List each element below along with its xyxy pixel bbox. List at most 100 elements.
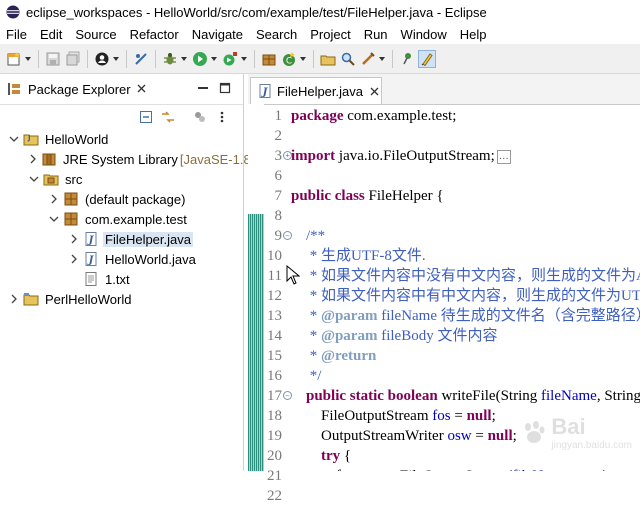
tree-item-label: PerlHelloWorld — [45, 291, 132, 307]
menu-file[interactable]: File — [0, 27, 34, 42]
paw-logo-icon — [525, 420, 545, 443]
watermark-text: Bai — [551, 414, 586, 439]
package-tree: J HelloWorld JRE System Library [JavaSE-1.… — [0, 129, 254, 309]
profile-icon[interactable] — [93, 50, 111, 68]
pin-icon[interactable] — [398, 50, 416, 68]
code-token: null — [466, 408, 492, 424]
chevron-right-icon[interactable] — [68, 233, 80, 245]
line-number: 18 — [267, 408, 282, 424]
tab-filehelper[interactable]: J FileHelper.java — [250, 77, 382, 104]
chevron-right-icon[interactable] — [68, 253, 80, 265]
line-number: 3 — [274, 148, 283, 164]
code-token: @param — [321, 328, 378, 344]
code-token: * 生成UTF-8文件. — [291, 248, 426, 264]
new-icon[interactable] — [5, 50, 23, 68]
search-icon[interactable] — [339, 50, 357, 68]
tree-item[interactable]: J HelloWorld.java — [0, 249, 243, 269]
code-token: writeFile(String — [437, 388, 542, 404]
menu-refactor[interactable]: Refactor — [124, 27, 186, 42]
menu-window[interactable]: Window — [395, 27, 454, 42]
line-number: 1 — [274, 108, 283, 124]
tree-item[interactable]: com.example.test — [0, 209, 243, 229]
editor-view: J FileHelper.java 1 2 3 +6 7 8 9−10 11 12 13 14 15 1… — [248, 74, 640, 504]
tree-item[interactable]: PerlHelloWorld — [0, 289, 243, 309]
focus-icon[interactable] — [192, 109, 208, 125]
tree-item[interactable]: JRE System Library [JavaSE-1.8] — [0, 149, 254, 169]
chevron-down-icon[interactable] — [112, 50, 120, 68]
line-number: 8 — [274, 208, 283, 224]
code-token: osw — [447, 428, 472, 444]
tree-item-label: (default package) — [85, 191, 186, 207]
chevron-down-icon[interactable] — [28, 173, 40, 185]
menu-help[interactable]: Help — [454, 27, 494, 42]
code-line: package com.example.test; — [291, 106, 456, 126]
close-icon[interactable] — [369, 86, 379, 96]
text-file-icon — [83, 271, 99, 287]
tree-item[interactable]: J HelloWorld — [0, 129, 243, 149]
overview-ruler — [248, 104, 264, 471]
menu-navigate[interactable]: Navigate — [186, 27, 250, 42]
menu-project[interactable]: Project — [304, 27, 357, 42]
chevron-down-icon[interactable] — [378, 50, 386, 68]
code-token: = — [450, 408, 467, 424]
tree-item-label: HelloWorld — [45, 131, 109, 147]
chevron-down-icon[interactable] — [240, 50, 248, 68]
save-all-icon[interactable] — [64, 50, 82, 68]
code-token: @return — [321, 348, 377, 364]
view-menu-icon[interactable] — [214, 109, 230, 125]
chevron-down-icon[interactable] — [210, 50, 218, 68]
debug-icon[interactable] — [161, 50, 179, 68]
code-token: * — [291, 348, 321, 364]
tree-item-label: 1.txt — [105, 271, 130, 287]
code-line: /** — [291, 226, 325, 246]
chevron-down-icon[interactable] — [48, 213, 60, 225]
tree-item[interactable]: J FileHelper.java — [0, 229, 243, 249]
toggle-breakpoint-icon[interactable] — [132, 50, 150, 68]
collapse-all-icon[interactable] — [138, 109, 154, 125]
link-with-editor-icon[interactable] — [160, 109, 176, 125]
minimize-icon[interactable] — [196, 81, 210, 95]
chevron-right-icon[interactable] — [8, 293, 20, 305]
maximize-icon[interactable] — [218, 81, 232, 95]
tree-item[interactable]: src — [0, 169, 243, 189]
tree-item[interactable]: (default package) — [0, 189, 243, 209]
line-number: 2 — [274, 128, 283, 144]
line-number: 17 — [267, 388, 282, 404]
tree-item[interactable]: 1.txt — [0, 269, 243, 289]
line-number: 21 — [267, 468, 282, 484]
chevron-down-icon[interactable] — [299, 50, 307, 68]
save-icon[interactable] — [44, 50, 62, 68]
chevron-down-icon[interactable] — [8, 133, 20, 145]
chevron-down-icon[interactable] — [24, 50, 32, 68]
menu-run[interactable]: Run — [358, 27, 395, 42]
menu-edit[interactable]: Edit — [34, 27, 69, 42]
chevron-right-icon[interactable] — [28, 153, 38, 165]
line-number: 14 — [267, 328, 282, 344]
close-icon[interactable] — [134, 81, 148, 95]
svg-text:J: J — [27, 134, 31, 142]
code-line: */ — [291, 366, 322, 386]
library-icon — [41, 151, 57, 167]
mouse-cursor-icon — [286, 265, 300, 285]
line-number: 10 — [267, 248, 282, 264]
open-type-icon[interactable] — [319, 50, 337, 68]
code-token: fileBody 文件内容 — [377, 328, 498, 344]
menu-search[interactable]: Search — [250, 27, 304, 42]
package-icon — [63, 211, 79, 227]
run-icon[interactable] — [191, 50, 209, 68]
highlight-icon[interactable] — [418, 49, 436, 68]
code-token: * 如果文件内容中有中文内容，则生成的文件为UTF-8编码格式。 — [309, 288, 640, 304]
menu-source[interactable]: Source — [69, 27, 123, 42]
java-file-icon: J — [83, 231, 99, 247]
package-explorer-header: Package Explorer — [0, 74, 243, 105]
chevron-down-icon[interactable] — [180, 50, 188, 68]
new-class-icon[interactable]: C — [280, 50, 298, 68]
new-java-project-icon[interactable] — [260, 50, 278, 68]
task-icon[interactable] — [359, 50, 377, 68]
chevron-right-icon[interactable] — [48, 193, 60, 205]
run-external-icon[interactable] — [221, 50, 239, 68]
view-title[interactable]: Package Explorer — [28, 82, 131, 97]
package-explorer-icon — [8, 83, 20, 95]
